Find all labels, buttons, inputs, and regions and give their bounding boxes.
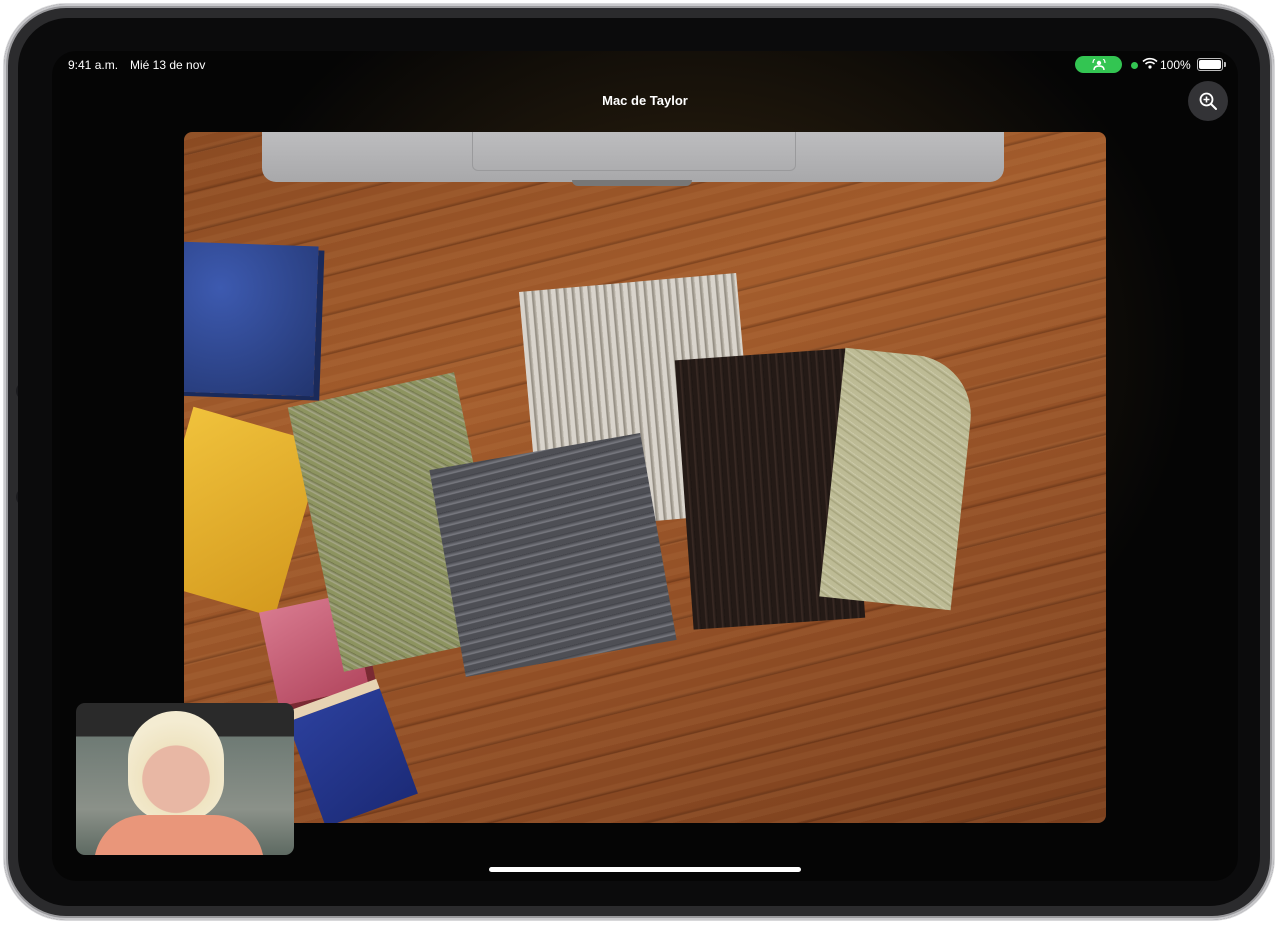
zoom-button[interactable] (1188, 81, 1228, 121)
self-view-shirt (94, 815, 264, 855)
status-date: Mié 13 de nov (130, 58, 206, 72)
home-indicator[interactable] (489, 867, 801, 872)
call-title: Mac de Taylor (602, 93, 688, 108)
shareplay-icon (1091, 58, 1106, 70)
shareplay-indicator[interactable] (1075, 56, 1122, 73)
status-bar: 9:41 a.m. Mié 13 de nov 100% (52, 51, 1238, 79)
blue-stone-sample (184, 241, 319, 397)
self-view-thumbnail[interactable] (76, 703, 294, 855)
laptop-hinge (572, 180, 692, 186)
battery-percentage: 100% (1160, 58, 1191, 72)
battery-icon (1197, 58, 1226, 71)
sage-fabric-sample (819, 347, 977, 611)
wifi-icon (1142, 57, 1158, 69)
laptop-edge (262, 132, 1004, 186)
status-time: 9:41 a.m. (68, 58, 119, 72)
self-view-person (128, 711, 224, 821)
magnifier-plus-icon (1199, 92, 1217, 110)
ipad-device: 9:41 a.m. Mié 13 de nov 100% Mac de Tayl… (4, 4, 1274, 920)
camera-in-use-dot (1131, 62, 1138, 69)
desk-view-video[interactable] (184, 132, 1106, 823)
facetime-screen: 9:41 a.m. Mié 13 de nov 100% Mac de Tayl… (52, 51, 1238, 881)
gray-fabric-sample (429, 433, 677, 677)
laptop-trackpad (472, 132, 796, 171)
